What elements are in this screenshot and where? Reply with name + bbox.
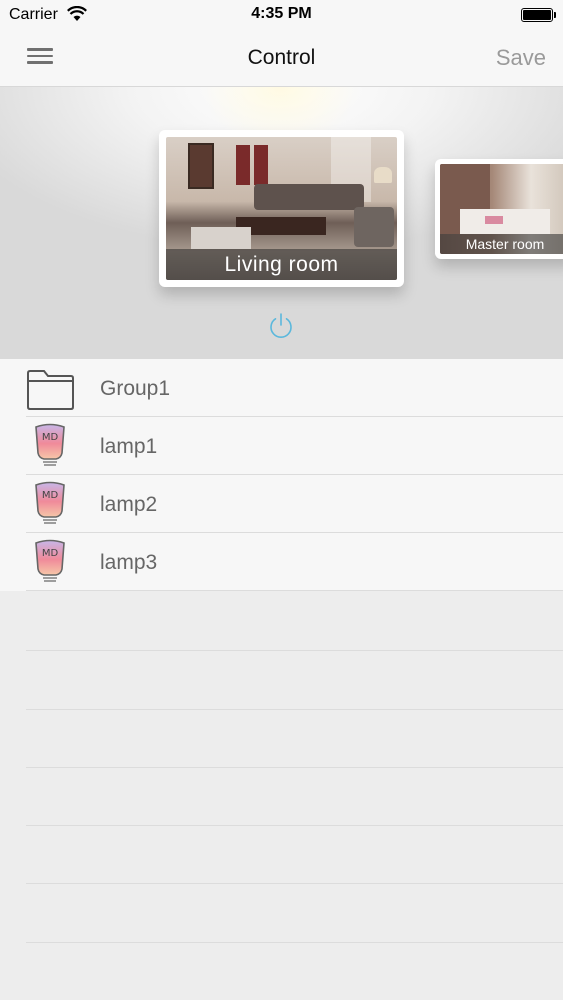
master-room-photo: Master room: [440, 164, 563, 254]
status-time: 4:35 PM: [251, 5, 312, 22]
room-label: Master room: [440, 234, 563, 254]
status-bar: Carrier 4:35 PM: [0, 0, 563, 30]
empty-row: [26, 884, 563, 943]
nav-bar: Control Save: [0, 30, 563, 87]
lamp-badge: MD: [42, 490, 59, 501]
lamp-icon: MD: [35, 423, 65, 466]
page-title: Control: [247, 46, 316, 69]
list-item-lamp2[interactable]: MD lamp2: [26, 475, 563, 533]
device-list: Group1 MD lamp1 MD lamp2 MD lamp3: [0, 359, 563, 591]
battery-icon: [521, 8, 556, 22]
room-card-living-room[interactable]: Living room: [159, 130, 404, 287]
lamp-badge: MD: [42, 432, 59, 443]
power-icon[interactable]: [266, 311, 296, 341]
empty-list-area: [26, 593, 563, 943]
lamp-icon: MD: [35, 539, 65, 582]
lamp-badge: MD: [42, 548, 59, 559]
list-item-lamp3[interactable]: MD lamp3: [26, 533, 563, 591]
room-carousel[interactable]: Living room Master room: [0, 87, 563, 359]
list-item-label: lamp3: [100, 551, 158, 574]
lamp-icon: MD: [35, 481, 65, 524]
folder-icon: [27, 370, 74, 410]
empty-row: [26, 826, 563, 885]
empty-row: [26, 593, 563, 652]
empty-row: [26, 651, 563, 710]
list-item-label: lamp2: [100, 493, 158, 516]
empty-row: [26, 768, 563, 827]
list-item-lamp1[interactable]: MD lamp1: [26, 417, 563, 475]
list-item-label: Group1: [100, 377, 171, 400]
list-item-label: lamp1: [100, 435, 158, 458]
room-card-master-room[interactable]: Master room: [435, 159, 563, 259]
empty-row: [26, 710, 563, 768]
living-room-photo: Living room: [166, 137, 397, 280]
save-button[interactable]: Save: [496, 45, 546, 71]
room-label: Living room: [166, 249, 397, 280]
list-item-group1[interactable]: Group1: [26, 359, 563, 417]
